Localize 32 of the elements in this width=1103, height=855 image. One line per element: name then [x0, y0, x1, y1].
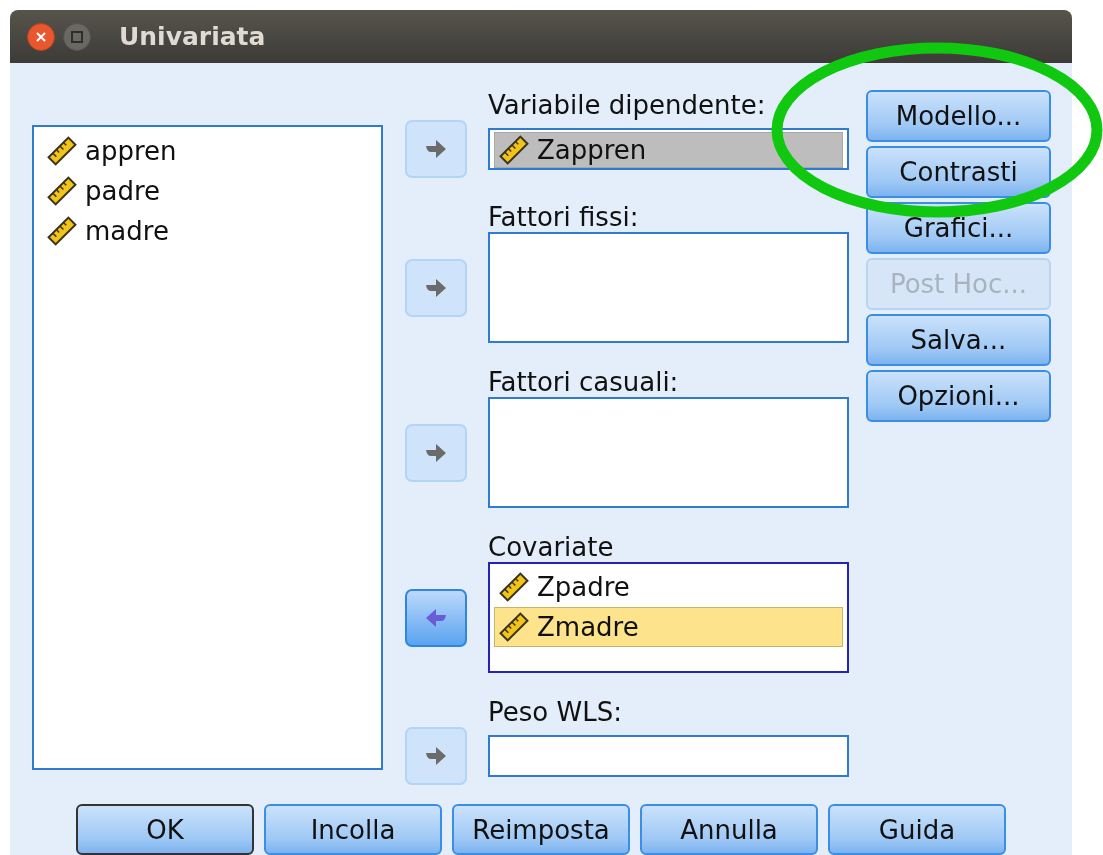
- field-label: Peso WLS:: [488, 697, 623, 727]
- variable-field[interactable]: [488, 397, 849, 508]
- maximize-button[interactable]: [63, 22, 91, 51]
- variable-item[interactable]: Zmadre: [494, 607, 843, 647]
- variable-field[interactable]: Zappren: [488, 128, 849, 170]
- dialog-button[interactable]: Contrasti: [866, 146, 1051, 198]
- field-label: Fattori fissi:: [488, 202, 640, 232]
- field-label: Variabile dipendente:: [488, 90, 767, 120]
- variable-item[interactable]: madre: [42, 211, 373, 251]
- dialog-button[interactable]: Annulla: [640, 804, 818, 855]
- dialog-button[interactable]: Incolla: [264, 804, 442, 855]
- variable-list[interactable]: appren padre madre: [32, 125, 383, 770]
- window-title: Univariata: [119, 20, 266, 53]
- variable-field[interactable]: [488, 735, 849, 777]
- dialog-button[interactable]: OK: [76, 804, 254, 855]
- dialog-button[interactable]: Guida: [828, 804, 1006, 855]
- field-label: Fattori casuali:: [488, 367, 680, 397]
- variable-field[interactable]: [488, 232, 849, 343]
- variable-field[interactable]: Zpadre Zmadre: [488, 562, 849, 673]
- variable-item[interactable]: Zpadre: [494, 567, 843, 607]
- field-label: Covariate: [488, 532, 615, 562]
- variable-item[interactable]: appren: [42, 131, 373, 171]
- maximize-icon: [70, 29, 84, 44]
- variable-item[interactable]: Zappren: [494, 132, 843, 168]
- dialog-button[interactable]: Salva...: [866, 314, 1051, 366]
- move-button[interactable]: [405, 588, 467, 647]
- dialog-button[interactable]: Modello...: [866, 90, 1051, 142]
- close-button[interactable]: [27, 22, 55, 51]
- close-icon: [34, 29, 48, 44]
- variable-item[interactable]: padre: [42, 171, 373, 211]
- dialog-button[interactable]: Opzioni...: [866, 370, 1051, 422]
- dialog-button[interactable]: Reimposta: [452, 804, 630, 855]
